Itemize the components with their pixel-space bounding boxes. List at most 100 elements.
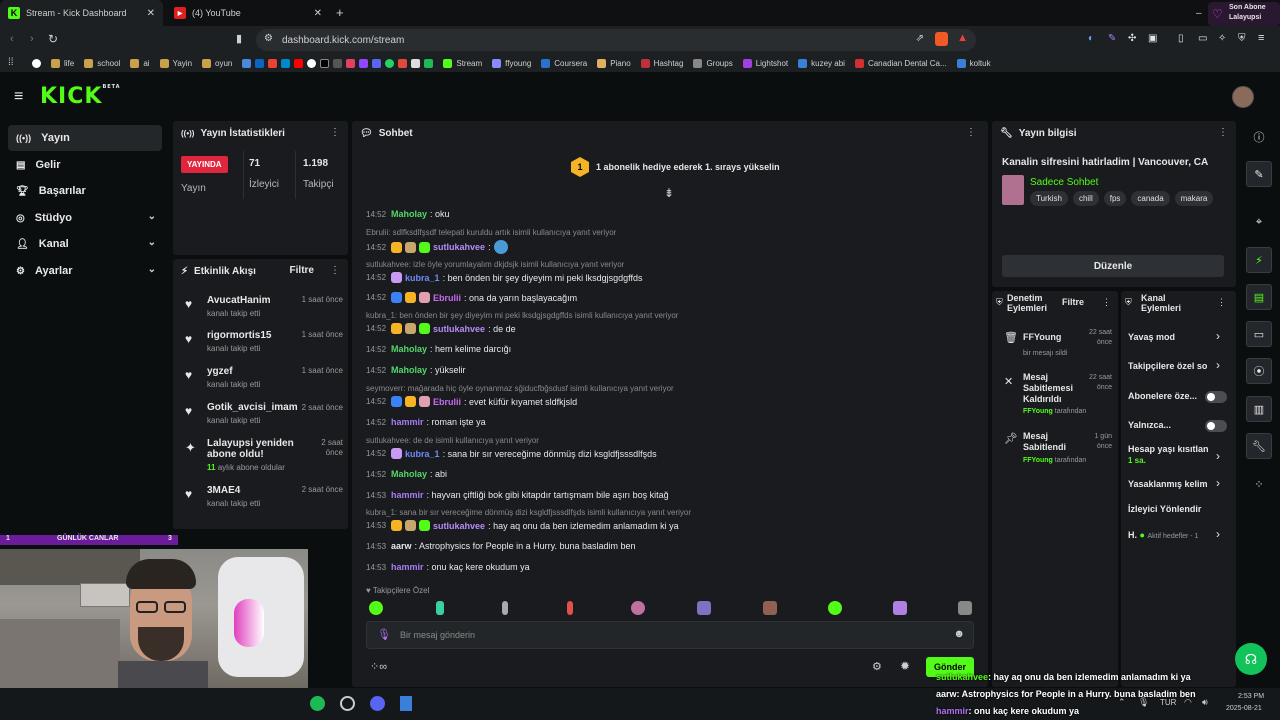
bookmark-ffyoung[interactable]: ffyoung: [492, 58, 531, 68]
apps-grid-icon[interactable]: ⁞⁞: [8, 57, 14, 68]
close-tab-icon[interactable]: ✕: [314, 8, 322, 19]
notepad-icon[interactable]: [400, 696, 412, 711]
extension-icon[interactable]: ✎: [1108, 33, 1116, 44]
filter-button[interactable]: Filtre: [290, 265, 314, 276]
ai-icon[interactable]: ✧: [1218, 33, 1226, 44]
edit-button[interactable]: Düzenle: [1002, 255, 1224, 277]
more-options-icon[interactable]: ⋮: [1218, 127, 1228, 138]
sidebar-item-kanal[interactable]: 👤︎ Kanal ⌄: [8, 231, 162, 257]
gift-icon[interactable]: ✹: [900, 659, 910, 673]
hamburger-menu-icon[interactable]: ≡: [14, 88, 23, 106]
chat-username[interactable]: Ebrulii: [433, 397, 461, 407]
new-tab-button[interactable]: +: [336, 5, 344, 20]
tag[interactable]: canada: [1131, 191, 1170, 206]
sidebar-item-gelir[interactable]: ▤ Gelir: [8, 152, 162, 178]
screenshot-icon[interactable]: ▣: [1148, 33, 1157, 44]
menu-icon[interactable]: ≡: [1258, 32, 1264, 44]
emote[interactable]: [369, 601, 383, 615]
url-field[interactable]: ⚙ dashboard.kick.com/stream ⇗ ▲: [256, 29, 976, 51]
banned-words-item[interactable]: Yasaklanmış kelim: [1128, 479, 1208, 489]
emoji-icon[interactable]: ☻: [953, 628, 965, 640]
bookmark-hashtag[interactable]: Hashtag: [640, 58, 683, 68]
target-icon[interactable]: ⌖: [1246, 209, 1272, 235]
bookmark-stream[interactable]: Stream: [443, 58, 482, 68]
share-icon[interactable]: ⇗: [916, 33, 924, 44]
bookmark-oyun[interactable]: oyun: [202, 58, 232, 68]
chat-username[interactable]: Maholay: [391, 469, 427, 479]
emote-only-toggle[interactable]: [1205, 420, 1227, 432]
bookmark-groups[interactable]: Groups: [693, 58, 733, 68]
bookmark-school[interactable]: school: [84, 58, 120, 68]
more-options-icon[interactable]: ⋮: [330, 265, 340, 276]
tag[interactable]: makara: [1174, 191, 1214, 206]
forward-icon[interactable]: ›: [30, 33, 34, 45]
chat-username[interactable]: sutlukahvee: [433, 324, 485, 334]
filter-button[interactable]: Filtre: [1062, 297, 1084, 307]
bookmark-ai[interactable]: ai: [130, 58, 150, 68]
points-icon[interactable]: ⁘∞: [370, 660, 387, 673]
info-icon[interactable]: ⓘ: [1246, 124, 1272, 150]
microphone-icon[interactable]: 🎙︎: [377, 628, 391, 641]
site-info-icon[interactable]: ⚙: [264, 33, 273, 44]
vpn-icon[interactable]: ⛨: [1238, 33, 1246, 44]
emote[interactable]: [763, 601, 777, 615]
chat-username[interactable]: hammir: [391, 562, 424, 572]
obs-icon[interactable]: [340, 696, 355, 711]
broadcast-icon[interactable]: ⦿: [1246, 358, 1272, 384]
reload-icon[interactable]: ↻: [48, 32, 58, 46]
sidebar-toggle-icon[interactable]: ▯: [1178, 33, 1184, 44]
kick-logo[interactable]: KICKBETA: [40, 84, 121, 109]
emote[interactable]: [697, 601, 711, 615]
more-options-icon[interactable]: ⋮: [966, 127, 976, 138]
pinned-collapse-icon[interactable]: ⇟: [664, 186, 674, 200]
category-thumbnail[interactable]: [1002, 175, 1024, 205]
bookmark-item[interactable]: [32, 58, 41, 68]
tag[interactable]: chill: [1072, 191, 1099, 206]
sidebar-item-yayin[interactable]: ((•)) Yayın: [8, 125, 162, 151]
chat-username[interactable]: hammir: [391, 490, 424, 500]
brave-rewards-icon[interactable]: ▲: [957, 32, 968, 44]
wrench-icon[interactable]: 🔧︎: [1246, 433, 1272, 459]
bookmark-lightshot[interactable]: Lightshot: [742, 58, 788, 68]
minimize-icon[interactable]: –: [1196, 8, 1202, 19]
tag[interactable]: Turkish: [1030, 191, 1068, 206]
emote[interactable]: [502, 601, 508, 615]
extension-icon[interactable]: ◐: [1088, 33, 1094, 44]
more-options-icon[interactable]: ⋮: [1102, 297, 1111, 308]
chat-username[interactable]: Maholay: [391, 344, 427, 354]
sidebar-item-ayarlar[interactable]: ⚙ Ayarlar ⌄: [8, 258, 162, 284]
chat-bubble-icon[interactable]: ▭: [1246, 321, 1272, 347]
chat-username[interactable]: Maholay: [391, 209, 427, 219]
more-options-icon[interactable]: ⋮: [1217, 297, 1226, 308]
extensions-puzzle-icon[interactable]: ✣: [1128, 33, 1136, 44]
bookmark-coursera[interactable]: Coursera: [541, 58, 587, 68]
wallet-icon[interactable]: ▭: [1198, 33, 1207, 44]
bookmark-icon[interactable]: ▮: [236, 32, 242, 45]
back-icon[interactable]: ‹: [10, 33, 14, 45]
support-chat-icon[interactable]: ☊: [1235, 643, 1267, 675]
tab-youtube[interactable]: ▶ (4) YouTube ✕: [166, 0, 330, 26]
apps-icon[interactable]: ⁘: [1246, 471, 1272, 497]
lightning-icon[interactable]: ⚡︎: [1246, 247, 1272, 273]
emote[interactable]: [828, 601, 842, 615]
bookmark-koltuk[interactable]: koltuk: [956, 58, 991, 68]
bookmark-kuzey-abi[interactable]: kuzey abi: [798, 58, 845, 68]
spotify-icon[interactable]: [310, 696, 325, 711]
chat-username[interactable]: Ebrulii: [433, 293, 461, 303]
avatar[interactable]: [1232, 86, 1254, 108]
emote[interactable]: [567, 601, 573, 615]
goals-item[interactable]: H. ● Aktif hedefler - 1: [1128, 530, 1198, 540]
gear-icon[interactable]: ⚙: [872, 660, 882, 673]
chat-username[interactable]: sutlukahvee: [433, 242, 485, 252]
emote[interactable]: [436, 601, 444, 615]
chat-input[interactable]: 🎙︎ Bir mesaj gönderin ☻: [366, 621, 974, 649]
more-options-icon[interactable]: ⋮: [330, 127, 340, 138]
close-tab-icon[interactable]: ✕: [147, 8, 155, 19]
account-age-item[interactable]: Hesap yaşı kısıtlan: [1128, 444, 1209, 454]
chat-username[interactable]: sutlukahvee: [433, 521, 485, 531]
edit-icon[interactable]: ✎: [1246, 161, 1272, 187]
bookmark-piano[interactable]: Piano: [597, 58, 631, 68]
followers-only-item[interactable]: Takipçilere özel so: [1128, 361, 1207, 371]
bookmark-yayin[interactable]: Yayin: [159, 58, 192, 68]
bookmark-life[interactable]: life: [51, 58, 74, 68]
